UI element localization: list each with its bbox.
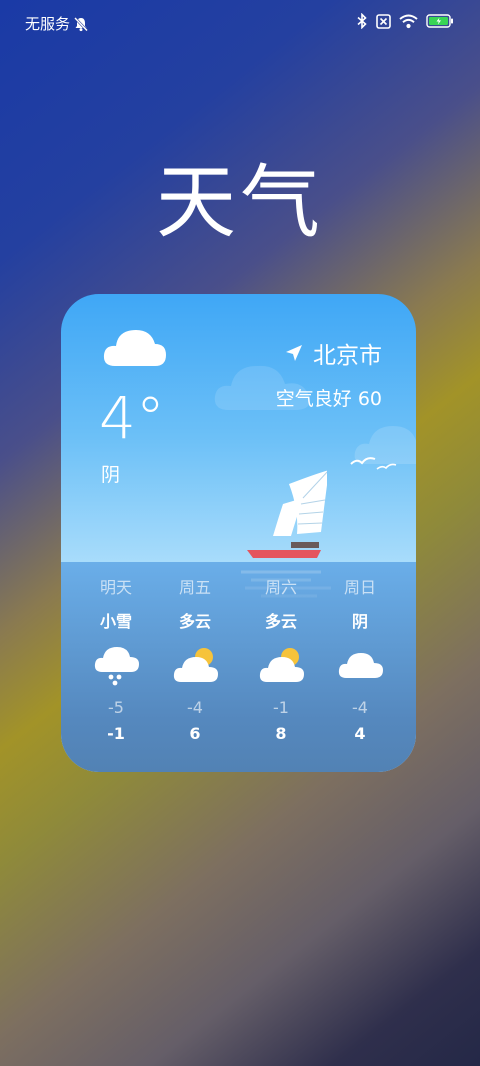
forecast-condition: 小雪	[99, 612, 132, 631]
sailboat-icon	[247, 470, 327, 558]
mute-icon	[74, 16, 88, 31]
location-arrow-icon	[286, 345, 302, 361]
carrier-status: 无服务	[25, 13, 89, 34]
snow-cloud-icon	[94, 647, 139, 686]
forecast-high: 8	[275, 724, 287, 743]
location-label: 北京市	[313, 343, 382, 369]
current-condition: 阴	[101, 464, 121, 486]
forecast-high: 6	[189, 724, 201, 743]
forecast-condition: 多云	[178, 612, 211, 631]
location[interactable]: 北京市	[285, 336, 382, 370]
partly-cloudy-icon	[259, 648, 304, 682]
forecast-high: -1	[107, 724, 125, 743]
status-icons	[356, 13, 454, 29]
wifi-icon	[399, 14, 418, 28]
forecast-low: -4	[187, 698, 203, 717]
forecast-low: -4	[352, 698, 368, 717]
app-title: 天气	[156, 156, 324, 249]
forecast-day-label: 周五	[178, 578, 211, 597]
air-quality: 空气良好 60	[275, 388, 382, 410]
forecast-day-label: 明天	[99, 578, 132, 597]
carrier-label: 无服务	[25, 15, 71, 33]
cloud-icon	[103, 330, 166, 366]
forecast-day-label: 周日	[343, 578, 376, 597]
current-temperature: 4°	[99, 384, 165, 452]
forecast-day-label: 周六	[264, 578, 297, 597]
partly-cloudy-icon	[173, 648, 218, 682]
forecast-condition: 多云	[264, 612, 297, 631]
forecast-high: 4	[354, 724, 366, 743]
forecast-condition: 阴	[351, 612, 368, 631]
status-bar: 无服务	[0, 0, 480, 46]
bluetooth-icon	[357, 13, 367, 29]
forecast-low: -1	[273, 698, 289, 717]
birds-icon	[350, 457, 397, 470]
battery-charging-icon	[426, 14, 453, 28]
cloudy-icon	[338, 653, 383, 678]
no-sim-icon	[376, 13, 391, 29]
forecast-low: -5	[108, 698, 124, 717]
weather-widget[interactable]: 4° 阴 北京市 空气良好 60 明天 小雪 -5 -1 周五 多云 -4 6 …	[61, 294, 416, 772]
